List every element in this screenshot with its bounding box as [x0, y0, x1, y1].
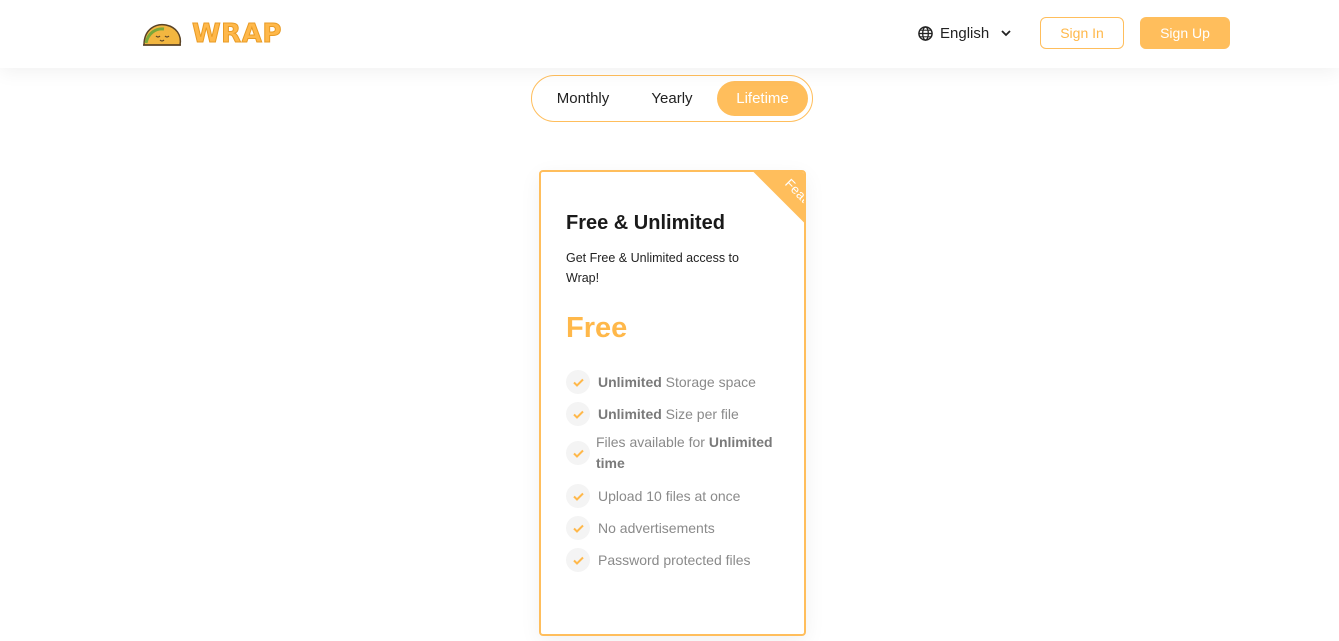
navbar: WRAP English Sign In Sign Up: [0, 0, 1339, 68]
language-label: English: [940, 24, 990, 42]
feature-text: Upload 10 files at once: [598, 487, 741, 504]
feature-item: No advertisements: [566, 516, 715, 540]
toggle-yearly[interactable]: Yearly: [636, 81, 708, 116]
feature-item: Password protected files: [566, 548, 751, 572]
pricing-card: Featured Free & Unlimited Get Free & Unl…: [539, 170, 806, 636]
feature-item: Unlimited Storage space: [566, 370, 756, 394]
logo[interactable]: WRAP: [140, 14, 282, 54]
feature-item: Upload 10 files at once: [566, 484, 740, 508]
feature-text: Storage space: [661, 373, 756, 390]
feature-bold: Unlimited: [598, 405, 662, 422]
plan-description: Get Free & Unlimited access to Wrap!: [566, 251, 739, 285]
check-icon: [566, 548, 590, 572]
toggle-monthly[interactable]: Monthly: [546, 81, 620, 116]
toggle-lifetime[interactable]: Lifetime: [717, 81, 808, 116]
feature-item: Unlimited Size per file: [566, 402, 739, 426]
taco-logo-icon: [143, 23, 182, 46]
plan-price: Free: [566, 312, 628, 344]
language-selector[interactable]: English: [918, 22, 1012, 44]
feature-bold: Unlimited: [598, 373, 662, 390]
feature-text: Files available for: [596, 434, 709, 450]
check-icon: [566, 484, 590, 508]
check-icon: [566, 370, 590, 394]
sign-up-button[interactable]: Sign Up: [1140, 17, 1230, 49]
feature-item: Files available for Unlimited time: [566, 432, 781, 474]
feature-text: Size per file: [661, 405, 739, 422]
brand-name: WRAP: [192, 19, 282, 50]
sign-in-button[interactable]: Sign In: [1040, 17, 1124, 49]
plan-title: Free & Unlimited: [566, 212, 725, 234]
check-icon: [566, 402, 590, 426]
chevron-down-icon: [1001, 30, 1011, 37]
globe-icon: [918, 25, 933, 41]
check-icon: [566, 516, 590, 540]
billing-period-toggle: Monthly Yearly Lifetime: [531, 75, 813, 122]
feature-text: Password protected files: [598, 551, 751, 568]
feature-text: No advertisements: [598, 519, 715, 536]
check-icon: [566, 441, 590, 465]
